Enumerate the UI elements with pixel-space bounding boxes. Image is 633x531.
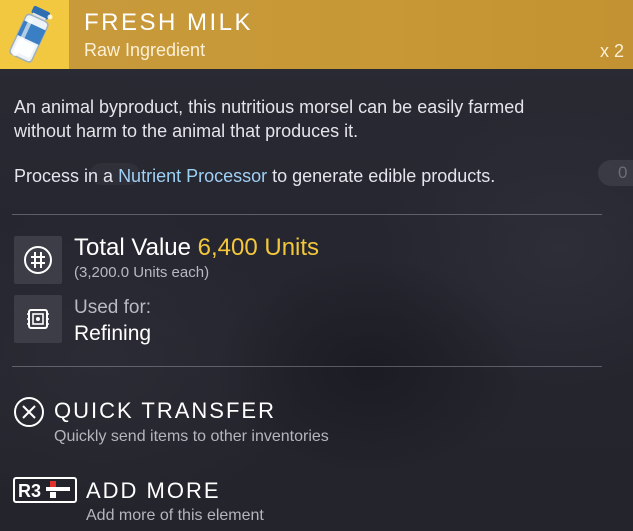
divider	[12, 214, 602, 215]
item-category: Raw Ingredient	[84, 40, 206, 60]
process-suffix: to generate edible products.	[272, 166, 496, 186]
add-more-subtitle: Add more of this element	[86, 507, 264, 524]
total-value-amount: 6,400 Units	[197, 234, 320, 261]
item-header: FRESH MILK Raw Ingredient x 2	[0, 0, 633, 69]
item-description: An animal byproduct, this nutritious mor…	[14, 97, 525, 141]
divider	[12, 366, 602, 367]
process-hint: Process in a Nutrient Processor to gener…	[14, 166, 495, 187]
r3-label: R3	[18, 481, 41, 501]
total-value-label: Total Value	[74, 234, 191, 261]
item-quantity: x 2	[599, 41, 624, 61]
used-for-label: Used for:	[74, 297, 152, 318]
process-prefix: Process in a	[14, 166, 114, 186]
quick-transfer-subtitle: Quickly send items to other inventories	[54, 428, 329, 445]
background-counter: 0	[598, 160, 633, 186]
add-more-title[interactable]: ADD MORE	[86, 478, 221, 504]
units-currency-icon	[14, 236, 62, 284]
refiner-icon	[14, 295, 62, 343]
item-title: FRESH MILK	[84, 9, 254, 36]
cross-button-icon[interactable]	[13, 396, 45, 433]
milk-bottle-icon	[0, 0, 69, 69]
total-value: Total Value 6,400 Units	[74, 234, 319, 262]
r3-button-icon[interactable]: R3	[13, 477, 77, 508]
unit-price: (3,200.0 Units each)	[74, 264, 210, 281]
nutrient-processor-link: Nutrient Processor	[118, 166, 268, 186]
used-for-value: Refining	[74, 322, 152, 345]
quick-transfer-title[interactable]: QUICK TRANSFER	[54, 398, 276, 424]
